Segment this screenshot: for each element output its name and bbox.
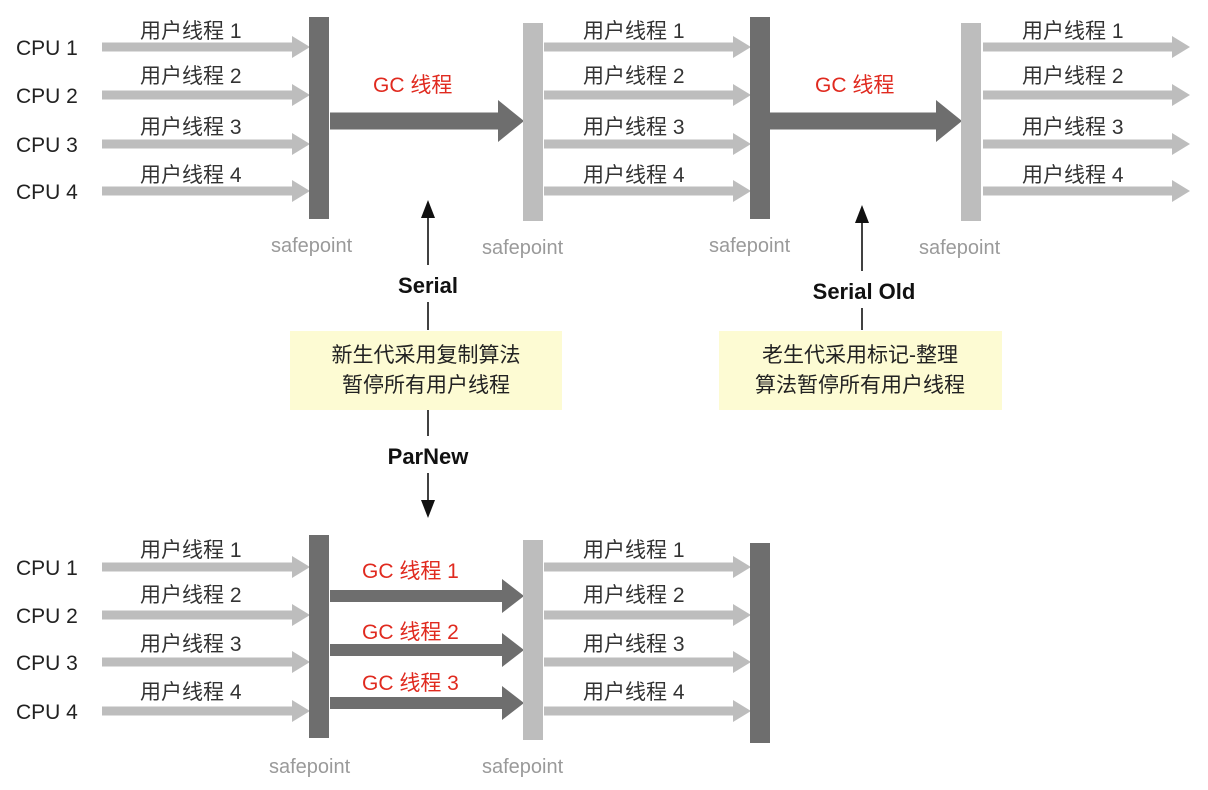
user-thread-arrow: [102, 604, 310, 626]
gc-thread-arrow: [770, 100, 962, 142]
safepoint-bar: [523, 23, 543, 221]
safepoint-label: safepoint: [271, 235, 353, 257]
cpu-label: CPU 1: [16, 37, 78, 60]
safepoint-bar: [309, 535, 329, 738]
serial-arrowhead: [421, 200, 435, 218]
user-thread-label: 用户线程 1: [140, 539, 242, 562]
parnew-arrowhead: [421, 500, 435, 518]
user-thread-label: 用户线程 2: [583, 65, 685, 88]
cpu-label: CPU 1: [16, 557, 78, 580]
serial-old-arrowhead: [855, 205, 869, 223]
old-note-box: [719, 331, 1002, 410]
gc-thread-arrow: [330, 100, 524, 142]
cpu-label: CPU 3: [16, 134, 78, 157]
cpu-label: CPU 2: [16, 605, 78, 628]
safepoint-bar: [750, 543, 770, 743]
safepoint-label: safepoint: [709, 235, 791, 257]
gc-thread-label: GC 线程: [373, 74, 452, 97]
user-thread-label: 用户线程 3: [1022, 116, 1124, 139]
safepoint-label: safepoint: [482, 237, 564, 259]
user-thread-label: 用户线程 2: [583, 584, 685, 607]
gc-thread-label: GC 线程: [815, 74, 894, 97]
collector-serial-old-label: Serial Old: [813, 279, 916, 304]
cpu-label: CPU 2: [16, 85, 78, 108]
safepoint-bar: [750, 17, 770, 219]
gc-collector-diagram: 用户线程 1 用户线程 2 用户线程 3 用户线程 4 用户线程 1 用户线程 2 用户线程…: [16, 17, 1190, 778]
safepoint-bar: [309, 17, 329, 219]
user-thread-label: 用户线程 4: [583, 681, 685, 704]
safepoint-bar: [523, 540, 543, 740]
user-thread-label: 用户线程 1: [1022, 20, 1124, 43]
user-thread-label: 用户线程 1: [583, 539, 685, 562]
user-thread-label: 用户线程 3: [583, 116, 685, 139]
collector-serial-label: Serial: [398, 273, 458, 298]
user-thread-label: 用户线程 4: [140, 164, 242, 187]
user-thread-label: 用户线程 4: [583, 164, 685, 187]
safepoint-label: safepoint: [269, 756, 351, 778]
safepoint-label: safepoint: [919, 237, 1001, 259]
user-thread-label: 用户线程 2: [140, 65, 242, 88]
old-note-line: 算法暂停所有用户线程: [755, 374, 965, 397]
gc-thread-label: GC 线程 2: [362, 621, 459, 644]
old-note-line: 老生代采用标记-整理: [762, 344, 958, 367]
young-note-line: 暂停所有用户线程: [342, 374, 510, 397]
user-thread-label: 用户线程 3: [140, 633, 242, 656]
user-thread-label: 用户线程 2: [1022, 65, 1124, 88]
user-thread-label: 用户线程 4: [140, 681, 242, 704]
user-thread-arrow: [544, 604, 751, 626]
gc-thread-label: GC 线程 1: [362, 560, 459, 583]
gc-thread-arrow: [330, 579, 524, 613]
cpu-label: CPU 4: [16, 181, 78, 204]
user-thread-label: 用户线程 1: [140, 20, 242, 43]
young-note-line: 新生代采用复制算法: [332, 344, 521, 367]
young-note-box: [290, 331, 562, 410]
user-thread-label: 用户线程 4: [1022, 164, 1124, 187]
safepoint-label: safepoint: [482, 756, 564, 778]
gc-thread-label: GC 线程 3: [362, 672, 459, 695]
user-thread-label: 用户线程 3: [140, 116, 242, 139]
user-thread-label: 用户线程 3: [583, 633, 685, 656]
collector-parnew-label: ParNew: [388, 444, 470, 469]
safepoint-bar: [961, 23, 981, 221]
cpu-label: CPU 3: [16, 652, 78, 675]
cpu-label: CPU 4: [16, 701, 78, 724]
user-thread-label: 用户线程 2: [140, 584, 242, 607]
user-thread-label: 用户线程 1: [583, 20, 685, 43]
